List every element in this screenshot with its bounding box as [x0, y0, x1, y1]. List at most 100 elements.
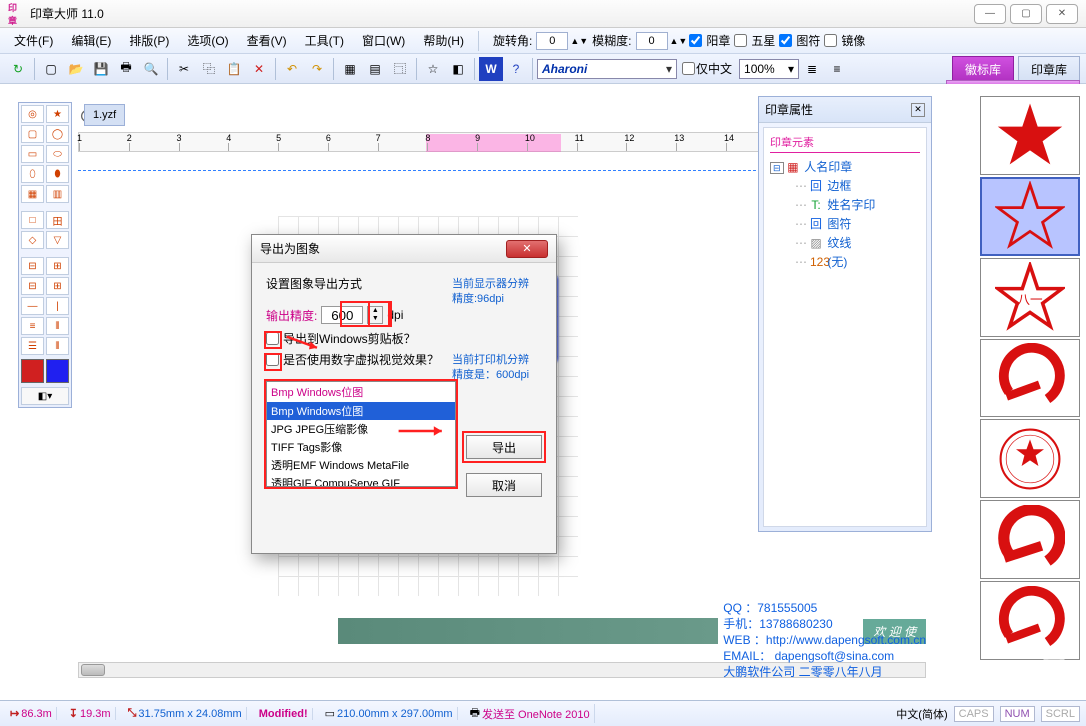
document-tab[interactable]: 1.yzf	[84, 104, 125, 126]
bottom-banner	[338, 618, 718, 644]
dlg-close-button[interactable]: ✕	[506, 240, 548, 258]
blur-input[interactable]	[636, 32, 668, 50]
stamp-item[interactable]	[980, 339, 1080, 418]
toolbar-text-icon[interactable]: ▦	[338, 57, 362, 81]
toolbar-refresh-icon[interactable]: ↻	[6, 57, 30, 81]
toolbar-export-icon[interactable]: ☆	[421, 57, 445, 81]
cb-yang[interactable]	[689, 34, 702, 47]
menu-view[interactable]: 查看(V)	[239, 29, 295, 52]
toolbar-undo-icon[interactable]: ↶	[280, 57, 304, 81]
stamp-item[interactable]	[980, 177, 1080, 256]
blur-label: 模糊度:	[590, 32, 633, 49]
pal-arrow[interactable]: ▽	[46, 231, 69, 249]
menu-file[interactable]: 文件(F)	[6, 29, 61, 52]
toolbar-grid-icon[interactable]: ▤	[363, 57, 387, 81]
menu-window[interactable]: 窗口(W)	[354, 29, 413, 52]
pal-hline[interactable]: ⊟	[21, 257, 44, 275]
menu-tool[interactable]: 工具(T)	[297, 29, 352, 52]
pal-color-red[interactable]	[21, 359, 44, 383]
toolbar-layer-icon[interactable]: ≣	[800, 57, 824, 81]
pal-text[interactable]: 田	[46, 211, 69, 229]
pal-vqua[interactable]: ⦀	[46, 337, 69, 355]
pal-star[interactable]: ★	[46, 105, 69, 123]
toolbar-redo-icon[interactable]: ↷	[305, 57, 329, 81]
toolbar-new-icon[interactable]: ▢	[39, 57, 63, 81]
font-select[interactable]: Aharoni▾	[537, 59, 677, 79]
stamp-item[interactable]: 八一	[980, 258, 1080, 337]
pal-grid[interactable]: ▦	[21, 185, 44, 203]
pal-wave[interactable]: ◇	[21, 231, 44, 249]
scrl-indicator: SCRL	[1041, 706, 1080, 722]
hscroll-thumb[interactable]	[81, 664, 105, 676]
num-indicator: NUM	[1000, 706, 1035, 722]
cb-tufu[interactable]	[779, 34, 792, 47]
pal-square[interactable]: □	[21, 211, 44, 229]
pal-ellipse[interactable]: ◯	[46, 125, 69, 143]
pal-hqua[interactable]: ☰	[21, 337, 44, 355]
toolbar-import-icon[interactable]: ◧	[446, 57, 470, 81]
svg-text:八一: 八一	[1017, 293, 1043, 307]
pal-footer[interactable]: ◧▾	[21, 387, 69, 405]
pal-vline[interactable]: ⊞	[46, 257, 69, 275]
tree-node[interactable]: ⋯▨ 纹线	[770, 233, 920, 252]
stamp-item[interactable]	[980, 500, 1080, 579]
coord-x-icon: ↦	[10, 707, 19, 720]
pal-color-blue[interactable]	[46, 359, 69, 383]
minimize-button[interactable]: —	[974, 4, 1006, 24]
menu-option[interactable]: 选项(O)	[179, 29, 236, 52]
toolbar-save-icon[interactable]: 💾	[89, 57, 113, 81]
app-title: 印章大师 11.0	[30, 5, 104, 22]
tree-node[interactable]: ⋯T: 姓名字印	[770, 195, 920, 214]
sel-dim-icon: ⤡	[128, 707, 137, 720]
toolbar-layer2-icon[interactable]: ≡	[825, 57, 849, 81]
stamp-item[interactable]	[980, 96, 1080, 175]
pal-htrp[interactable]: ≡	[21, 317, 44, 335]
cb-cnonly[interactable]	[682, 62, 695, 75]
toolbar-help-icon[interactable]: ?	[504, 57, 528, 81]
tree-node[interactable]: ⋯回 图符	[770, 214, 920, 233]
close-button[interactable]: ✕	[1046, 4, 1078, 24]
rotate-input[interactable]	[536, 32, 568, 50]
toolbar-paste-icon[interactable]: 📋	[222, 57, 246, 81]
modified-label: Modified!	[259, 708, 308, 720]
annotation-box	[264, 353, 282, 371]
toolbar-w-icon[interactable]: W	[479, 57, 503, 81]
pal-oval[interactable]: ⬯	[21, 165, 44, 183]
toolbar-delete-icon[interactable]: ✕	[247, 57, 271, 81]
menubar: 文件(F) 编辑(E) 排版(P) 选项(O) 查看(V) 工具(T) 窗口(W…	[0, 28, 1086, 54]
toolbar-open-icon[interactable]: 📂	[64, 57, 88, 81]
watermark-icon	[1024, 648, 1084, 698]
prop-close-icon[interactable]: ✕	[911, 103, 925, 117]
pal-grid2[interactable]: ▥	[46, 185, 69, 203]
pal-vtrp[interactable]: ⦀	[46, 317, 69, 335]
tree-root[interactable]: ⊟ ▦ 人名印章	[770, 157, 920, 176]
pal-oval2[interactable]: ⬮	[46, 165, 69, 183]
tab-stamp-lib[interactable]: 印章库	[1018, 56, 1080, 83]
tree-node[interactable]: ⋯回 边框	[770, 176, 920, 195]
pal-roundrect[interactable]: ▢	[21, 125, 44, 143]
pal-hdbl[interactable]: ⊟	[21, 277, 44, 295]
toolbar-preview-icon[interactable]: 🔍	[139, 57, 163, 81]
toolbar-ruler-icon[interactable]: ⿹	[388, 57, 412, 81]
toolbar-print-icon[interactable]: 🖶	[114, 57, 138, 81]
tab-emblem-lib[interactable]: 徽标库	[952, 56, 1014, 83]
menu-edit[interactable]: 编辑(E)	[63, 29, 119, 52]
dlg-cancel-button[interactable]: 取消	[466, 473, 542, 497]
pal-roundrect2[interactable]: ▭	[21, 145, 44, 163]
pal-vdbl[interactable]: ⊞	[46, 277, 69, 295]
toolbar-copy-icon[interactable]: ⿻	[197, 57, 221, 81]
menu-layout[interactable]: 排版(P)	[121, 29, 177, 52]
zoom-select[interactable]: 100%▾	[739, 59, 799, 79]
pal-ellipse2[interactable]: ⬭	[46, 145, 69, 163]
annotation-arrow	[390, 423, 460, 439]
menu-help[interactable]: 帮助(H)	[415, 29, 472, 52]
cb-wuxing[interactable]	[734, 34, 747, 47]
stamp-item[interactable]	[980, 419, 1080, 498]
pal-circle[interactable]: ◎	[21, 105, 44, 123]
cb-mirror[interactable]	[824, 34, 837, 47]
pal-hsgl[interactable]: —	[21, 297, 44, 315]
toolbar-cut-icon[interactable]: ✂	[172, 57, 196, 81]
tree-node[interactable]: ⋯123 (无)	[770, 252, 920, 271]
maximize-button[interactable]: ▢	[1010, 4, 1042, 24]
pal-vsgl[interactable]: |	[46, 297, 69, 315]
